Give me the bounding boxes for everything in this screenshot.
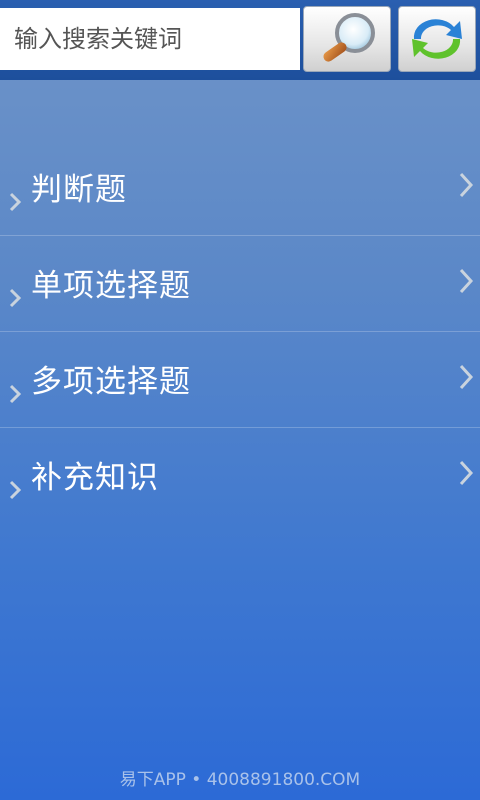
menu-item-label: 补充知识 bbox=[31, 460, 159, 496]
refresh-arrows-icon bbox=[412, 19, 462, 59]
chevron-right-small-icon bbox=[9, 480, 22, 500]
question-type-menu: 判断题 单项选择题 多项选择题 补充知识 bbox=[0, 140, 480, 524]
menu-item-multiple-choice[interactable]: 多项选择题 bbox=[0, 332, 480, 428]
top-toolbar bbox=[0, 0, 480, 80]
refresh-button[interactable] bbox=[398, 6, 476, 72]
watermark-footer: 易下APP • 4008891800.COM bbox=[119, 770, 361, 790]
menu-item-single-choice[interactable]: 单项选择题 bbox=[0, 236, 480, 332]
menu-item-supplementary-knowledge[interactable]: 补充知识 bbox=[0, 428, 480, 524]
magnifier-search-icon bbox=[323, 13, 375, 62]
chevron-right-small-icon bbox=[9, 192, 22, 212]
menu-item-label: 判断题 bbox=[31, 172, 127, 208]
chevron-right-icon bbox=[459, 460, 474, 486]
menu-item-label: 单项选择题 bbox=[31, 268, 191, 304]
menu-item-label: 多项选择题 bbox=[31, 364, 191, 400]
chevron-right-icon bbox=[459, 268, 474, 294]
menu-item-true-false[interactable]: 判断题 bbox=[0, 140, 480, 236]
chevron-right-icon bbox=[459, 172, 474, 198]
chevron-right-small-icon bbox=[9, 288, 22, 308]
search-button[interactable] bbox=[303, 6, 391, 72]
chevron-right-small-icon bbox=[9, 384, 22, 404]
chevron-right-icon bbox=[459, 364, 474, 390]
search-input[interactable] bbox=[0, 8, 300, 70]
